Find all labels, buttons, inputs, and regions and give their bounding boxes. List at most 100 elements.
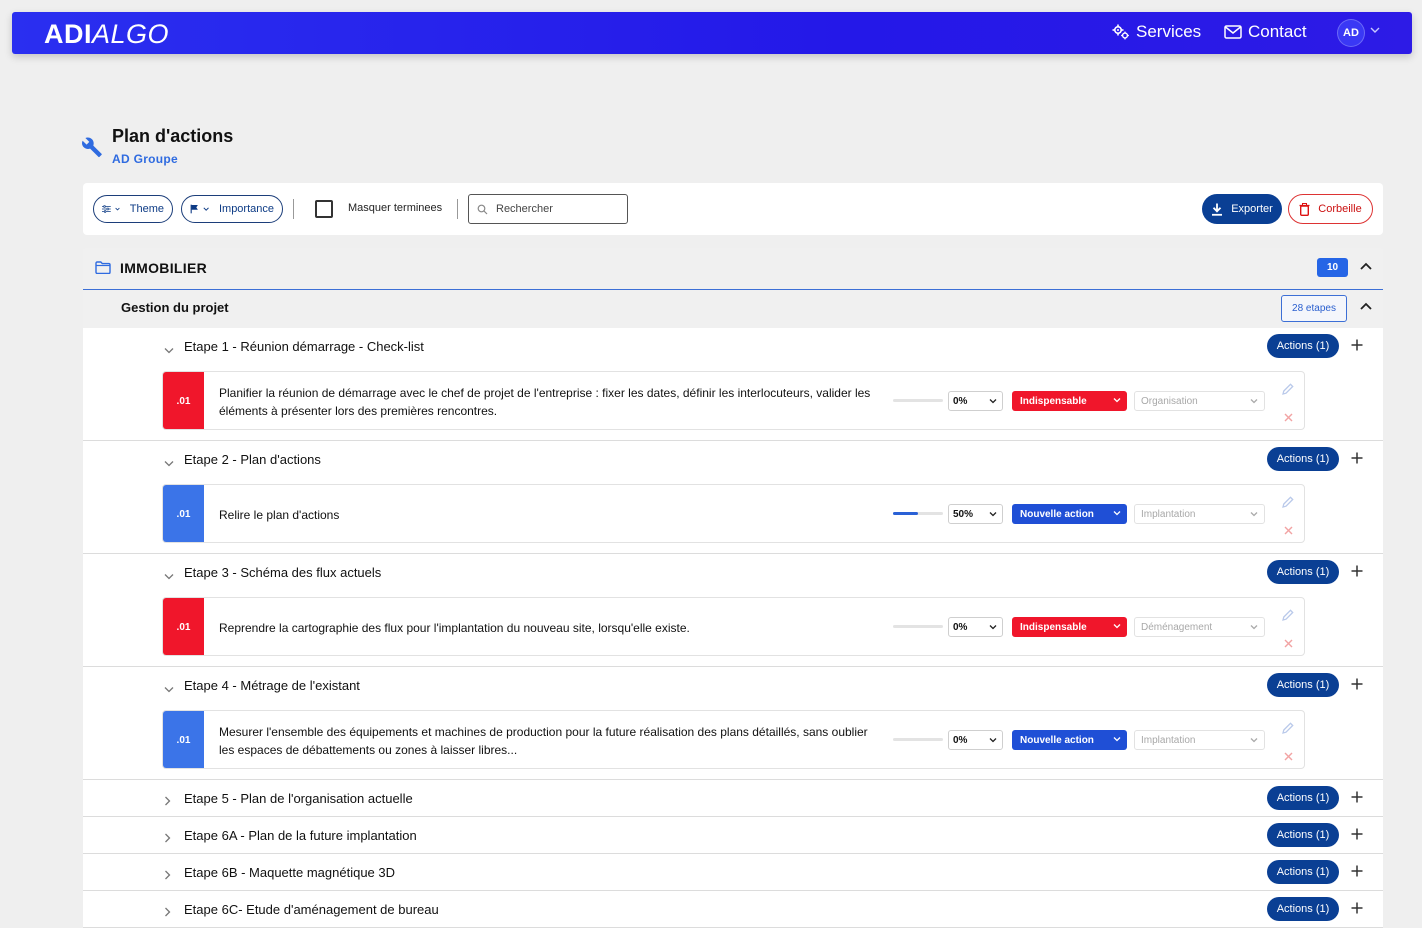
group-count-badge: 10 (1317, 258, 1348, 277)
chevron-right-icon (165, 833, 171, 843)
chevron-down-icon (203, 207, 209, 211)
progress-select[interactable]: 0% (948, 730, 1003, 750)
step-row: Etape 6A - Plan de la future implantatio… (83, 817, 1383, 854)
plus-icon[interactable] (1351, 791, 1363, 803)
export-button[interactable]: Exporter (1202, 194, 1282, 224)
theme-select[interactable]: Déménagement (1134, 617, 1265, 637)
trash-icon (1299, 202, 1310, 216)
step-toggle[interactable] (164, 830, 171, 848)
theme-filter-button[interactable]: Theme (93, 195, 173, 223)
close-icon[interactable] (1284, 639, 1293, 648)
progress-select[interactable]: 0% (948, 391, 1003, 411)
step-header[interactable]: Etape 6C- Etude d'aménagement de bureau A… (83, 891, 1383, 928)
step-header[interactable]: Etape 3 - Schéma des flux actuels Actions… (83, 554, 1383, 591)
close-icon[interactable] (1284, 752, 1293, 761)
importance-value: Indispensable (1020, 621, 1087, 633)
step-toggle[interactable] (164, 567, 174, 585)
flag-icon (190, 204, 198, 214)
step-toggle[interactable] (164, 867, 171, 885)
step-title: Etape 5 - Plan de l'organisation actuell… (184, 791, 413, 806)
importance-select[interactable]: Nouvelle action (1012, 504, 1127, 524)
chevron-right-icon (165, 907, 171, 917)
importance-select[interactable]: Indispensable (1012, 391, 1127, 411)
chevron-down-icon (1113, 511, 1121, 516)
plus-icon[interactable] (1351, 678, 1363, 690)
pencil-icon[interactable] (1282, 609, 1294, 621)
pencil-icon[interactable] (1282, 383, 1294, 395)
step-actions-button[interactable]: Actions (1) (1267, 673, 1339, 697)
download-icon (1212, 203, 1223, 216)
step-toggle[interactable] (164, 904, 171, 922)
plus-icon[interactable] (1351, 565, 1363, 577)
theme-select[interactable]: Implantation (1134, 504, 1265, 524)
step-title: Etape 2 - Plan d'actions (184, 452, 321, 467)
chevron-down-icon (1113, 737, 1121, 742)
trash-button[interactable]: Corbeille (1288, 194, 1373, 224)
hide-completed-checkbox[interactable] (315, 200, 333, 218)
theme-select[interactable]: Organisation (1134, 391, 1265, 411)
step-actions-button[interactable]: Actions (1) (1267, 897, 1339, 921)
top-navbar: ADIALGO Services Contact AD (12, 12, 1412, 54)
envelope-icon (1224, 25, 1242, 39)
step-toggle[interactable] (164, 680, 174, 698)
close-icon[interactable] (1284, 413, 1293, 422)
step-header[interactable]: Etape 1 - Réunion démarrage - Check-list… (83, 328, 1383, 365)
importance-select[interactable]: Indispensable (1012, 617, 1127, 637)
action-description[interactable]: Planifier la réunion de démarrage avec l… (219, 372, 879, 429)
action-description[interactable]: Relire le plan d'actions (219, 485, 879, 542)
step-toggle[interactable] (164, 793, 171, 811)
theme-select[interactable]: Implantation (1134, 730, 1265, 750)
importance-value: Nouvelle action (1020, 734, 1094, 746)
plus-icon[interactable] (1351, 902, 1363, 914)
search-box (468, 194, 628, 224)
plus-icon[interactable] (1351, 339, 1363, 351)
step-header[interactable]: Etape 5 - Plan de l'organisation actuell… (83, 780, 1383, 817)
page-subtitle[interactable]: AD Groupe (112, 152, 178, 166)
step-row: Etape 2 - Plan d'actions Actions (1) .01 Re… (83, 441, 1383, 554)
etapes-count-badge: 28 etapes (1281, 295, 1347, 322)
step-title: Etape 6A - Plan de la future implantatio… (184, 828, 417, 843)
pencil-icon[interactable] (1282, 722, 1294, 734)
chevron-up-icon[interactable] (1360, 302, 1372, 310)
step-actions-button[interactable]: Actions (1) (1267, 860, 1339, 884)
step-header[interactable]: Etape 6A - Plan de la future implantatio… (83, 817, 1383, 854)
step-row: Etape 1 - Réunion démarrage - Check-list… (83, 328, 1383, 441)
chevron-down-icon[interactable] (1370, 26, 1380, 34)
brand-logo[interactable]: ADIALGO (44, 19, 169, 50)
plus-icon[interactable] (1351, 452, 1363, 464)
step-header[interactable]: Etape 2 - Plan d'actions Actions (1) (83, 441, 1383, 478)
step-actions-button[interactable]: Actions (1) (1267, 786, 1339, 810)
search-input[interactable] (496, 203, 616, 215)
close-icon[interactable] (1284, 526, 1293, 535)
subgroup-header[interactable]: Gestion du projet 28 etapes (83, 290, 1383, 328)
step-actions-button[interactable]: Actions (1) (1267, 823, 1339, 847)
gears-icon (1112, 24, 1129, 40)
chevron-down-icon (989, 399, 997, 404)
nav-services[interactable]: Services (1112, 22, 1201, 42)
action-description[interactable]: Reprendre la cartographie des flux pour … (219, 598, 879, 655)
step-actions-button[interactable]: Actions (1) (1267, 447, 1339, 471)
action-description[interactable]: Mesurer l'ensemble des équipements et ma… (219, 711, 879, 768)
step-toggle[interactable] (164, 341, 174, 359)
export-label: Exporter (1231, 203, 1273, 215)
group-header-immobilier[interactable]: IMMOBILIER 10 (83, 248, 1383, 290)
user-avatar[interactable]: AD (1337, 19, 1365, 47)
progress-select[interactable]: 0% (948, 617, 1003, 637)
nav-contact[interactable]: Contact (1224, 22, 1307, 42)
pencil-icon[interactable] (1282, 496, 1294, 508)
action-number: .01 (163, 372, 204, 429)
step-title: Etape 6B - Maquette magnétique 3D (184, 865, 396, 880)
step-actions-button[interactable]: Actions (1) (1267, 560, 1339, 584)
chevron-up-icon[interactable] (1360, 262, 1372, 270)
plus-icon[interactable] (1351, 828, 1363, 840)
step-header[interactable]: Etape 6B - Maquette magnétique 3D Actions… (83, 854, 1383, 891)
nav-contact-label: Contact (1248, 22, 1307, 41)
step-actions-button[interactable]: Actions (1) (1267, 334, 1339, 358)
plus-icon[interactable] (1351, 865, 1363, 877)
step-row: Etape 5 - Plan de l'organisation actuell… (83, 780, 1383, 817)
importance-select[interactable]: Nouvelle action (1012, 730, 1127, 750)
step-header[interactable]: Etape 4 - Métrage de l'existant Actions (… (83, 667, 1383, 704)
progress-select[interactable]: 50% (948, 504, 1003, 524)
step-toggle[interactable] (164, 454, 174, 472)
importance-filter-button[interactable]: Importance (181, 195, 283, 223)
